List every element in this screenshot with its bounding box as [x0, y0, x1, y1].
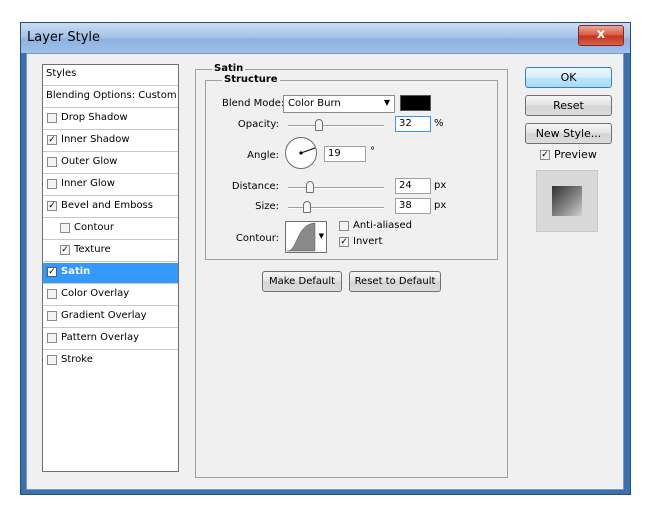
- styles-header-label: Styles: [46, 68, 77, 79]
- size-input[interactable]: 38: [395, 198, 431, 214]
- anti-aliased-checkbox[interactable]: [339, 221, 349, 231]
- layer-style-dialog: Layer Style x Styles Blending Options: C…: [20, 22, 631, 495]
- blending-options-label: Blending Options: Custom: [46, 90, 177, 101]
- chevron-down-icon: ▼: [383, 98, 390, 107]
- satin-color-swatch[interactable]: [400, 95, 431, 111]
- drop-shadow-label: Drop Shadow: [61, 112, 128, 123]
- distance-unit: px: [434, 180, 447, 191]
- contour-label: Contour: [74, 222, 114, 233]
- style-item-color-overlay[interactable]: Color Overlay: [43, 285, 178, 306]
- gradient-overlay-label: Gradient Overlay: [61, 310, 147, 321]
- opacity-slider-track[interactable]: [288, 125, 384, 127]
- contour-curve-icon: [286, 222, 316, 252]
- structure-group: Structure Blend Mode: Color Burn ▼ Opaci…: [205, 74, 498, 260]
- stroke-label: Stroke: [61, 354, 93, 365]
- distance-input[interactable]: 24: [395, 178, 431, 194]
- style-item-stroke[interactable]: Stroke: [43, 351, 178, 372]
- style-item-bevel-and-emboss[interactable]: ✓ Bevel and Emboss: [43, 197, 178, 218]
- style-item-inner-shadow[interactable]: ✓ Inner Shadow: [43, 131, 178, 152]
- outer-glow-label: Outer Glow: [61, 156, 118, 167]
- style-item-contour[interactable]: Contour: [43, 219, 178, 240]
- styles-header[interactable]: Styles: [43, 65, 178, 86]
- styles-list: Styles Blending Options: Custom Drop Sha…: [42, 64, 179, 472]
- style-preview: [536, 170, 598, 232]
- close-button[interactable]: x: [578, 25, 624, 46]
- structure-group-title: Structure: [222, 74, 280, 85]
- style-item-gradient-overlay[interactable]: Gradient Overlay: [43, 307, 178, 328]
- ok-button[interactable]: OK: [525, 67, 612, 88]
- angle-unit: °: [370, 146, 375, 157]
- anti-aliased-label: Anti-aliased: [353, 220, 413, 231]
- distance-slider-track[interactable]: [288, 187, 384, 189]
- reset-button[interactable]: Reset: [525, 95, 612, 116]
- inner-glow-checkbox[interactable]: [47, 179, 57, 189]
- satin-group-title: Satin: [212, 63, 246, 74]
- chevron-down-icon: ▼: [318, 232, 324, 240]
- style-item-satin[interactable]: ✓ Satin: [43, 263, 178, 284]
- distance-slider-thumb[interactable]: [306, 181, 314, 193]
- stroke-checkbox[interactable]: [47, 355, 57, 365]
- satin-group: Satin Structure Blend Mode: Color Burn ▼…: [195, 63, 508, 478]
- reset-to-default-button[interactable]: Reset to Default: [349, 271, 441, 292]
- style-item-drop-shadow[interactable]: Drop Shadow: [43, 109, 178, 130]
- invert-label: Invert: [353, 236, 383, 247]
- distance-label: Distance:: [231, 181, 279, 192]
- bevel-and-emboss-label: Bevel and Emboss: [61, 200, 153, 211]
- inner-glow-label: Inner Glow: [61, 178, 115, 189]
- blending-options-item[interactable]: Blending Options: Custom: [43, 87, 178, 108]
- opacity-slider-thumb[interactable]: [315, 119, 323, 131]
- angle-input[interactable]: 19: [324, 146, 366, 162]
- blend-mode-label: Blend Mode:: [222, 98, 285, 109]
- contour-checkbox[interactable]: [60, 223, 70, 233]
- style-item-inner-glow[interactable]: Inner Glow: [43, 175, 178, 196]
- preview-label: Preview: [554, 148, 597, 161]
- contour-picker[interactable]: ▼: [285, 221, 327, 253]
- preview-checkbox[interactable]: ✓: [540, 150, 550, 160]
- inner-shadow-checkbox[interactable]: ✓: [47, 135, 57, 145]
- color-overlay-checkbox[interactable]: [47, 289, 57, 299]
- invert-checkbox[interactable]: ✓: [339, 237, 349, 247]
- style-item-pattern-overlay[interactable]: Pattern Overlay: [43, 329, 178, 350]
- texture-label: Texture: [74, 244, 111, 255]
- title-bar[interactable]: Layer Style x: [21, 23, 630, 53]
- style-item-texture[interactable]: ✓ Texture: [43, 241, 178, 262]
- gradient-overlay-checkbox[interactable]: [47, 311, 57, 321]
- inner-shadow-label: Inner Shadow: [61, 134, 130, 145]
- angle-label: Angle:: [247, 150, 279, 161]
- opacity-input[interactable]: 32: [395, 116, 431, 132]
- opacity-label: Opacity:: [237, 119, 279, 130]
- close-icon: x: [596, 27, 606, 42]
- window-title: Layer Style: [27, 30, 101, 45]
- dialog-body: Styles Blending Options: Custom Drop Sha…: [26, 53, 624, 490]
- outer-glow-checkbox[interactable]: [47, 157, 57, 167]
- size-unit: px: [434, 200, 447, 211]
- size-slider-thumb[interactable]: [303, 201, 311, 213]
- blend-mode-select[interactable]: Color Burn ▼: [283, 95, 395, 113]
- size-label: Size:: [255, 201, 279, 212]
- pattern-overlay-checkbox[interactable]: [47, 333, 57, 343]
- texture-checkbox[interactable]: ✓: [60, 245, 70, 255]
- pattern-overlay-label: Pattern Overlay: [61, 332, 140, 343]
- satin-checkbox[interactable]: ✓: [47, 267, 57, 277]
- make-default-button[interactable]: Make Default: [262, 271, 342, 292]
- preview-swatch: [552, 186, 582, 216]
- drop-shadow-checkbox[interactable]: [47, 113, 57, 123]
- contour-label: Contour:: [235, 233, 279, 244]
- angle-dial-indicator: [299, 147, 316, 155]
- style-item-outer-glow[interactable]: Outer Glow: [43, 153, 178, 174]
- angle-dial[interactable]: [285, 137, 317, 169]
- new-style-button[interactable]: New Style...: [525, 123, 612, 144]
- blend-mode-value: Color Burn: [288, 98, 341, 109]
- color-overlay-label: Color Overlay: [61, 288, 130, 299]
- satin-label: Satin: [61, 266, 91, 277]
- opacity-unit: %: [434, 118, 444, 129]
- bevel-and-emboss-checkbox[interactable]: ✓: [47, 201, 57, 211]
